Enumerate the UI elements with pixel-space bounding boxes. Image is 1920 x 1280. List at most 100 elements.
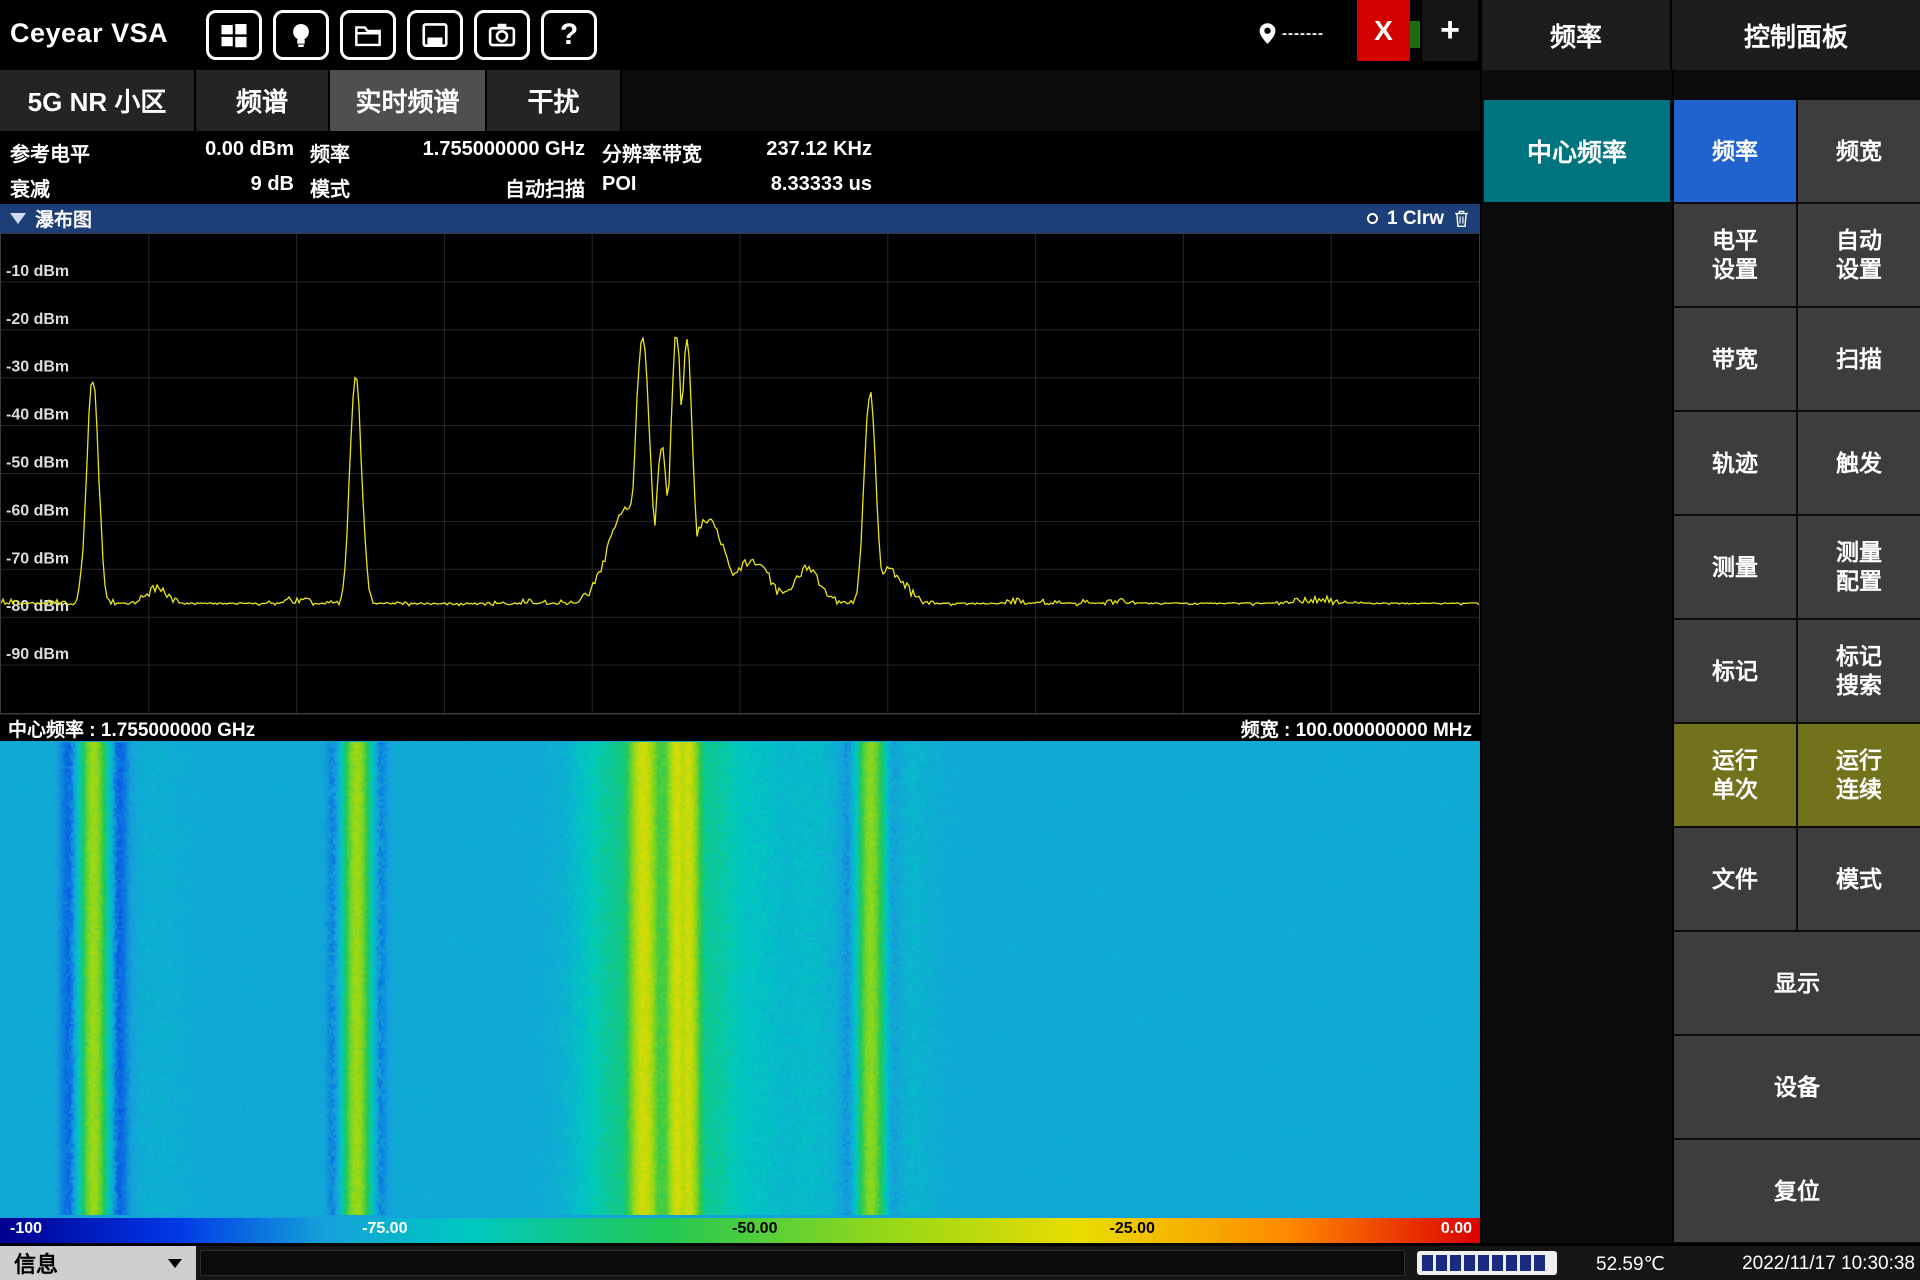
cp-device-button[interactable]: 设备 <box>1674 1036 1920 1138</box>
cp-span-button[interactable]: 频宽 <box>1798 100 1920 202</box>
frequency-info-bar: 中心频率 : 1.755000000 GHz 频宽 : 100.00000000… <box>0 714 1480 741</box>
spectrum-plot[interactable]: -10 dBm-20 dBm-30 dBm-40 dBm-50 dBm-60 d… <box>0 233 1480 714</box>
save-button[interactable] <box>407 10 463 60</box>
svg-text:-60 dBm: -60 dBm <box>6 502 69 519</box>
add-tab-button[interactable]: + <box>1420 0 1478 61</box>
control-panel-header: 控制面板 <box>1672 0 1920 70</box>
tab-interference[interactable]: 干扰 <box>487 70 622 131</box>
cp-marker-search-button[interactable]: 标记 搜索 <box>1798 620 1920 722</box>
settings-row-1: 参考电平 0.00 dBm 频率 1.755000000 GHz 分辨率带宽 2… <box>0 133 1480 166</box>
cp-sweep-button[interactable]: 扫描 <box>1798 308 1920 410</box>
svg-text:-30 dBm: -30 dBm <box>6 359 69 376</box>
poi-label: POI <box>602 173 636 196</box>
progress-block <box>1492 1255 1503 1271</box>
right-panel-headers: 频率 控制面板 <box>1482 0 1920 70</box>
colorbar-label-75: -75.00 <box>362 1220 407 1238</box>
location-pin-icon <box>1258 22 1277 45</box>
frequency-label: 频率 <box>310 138 350 167</box>
trace-controls: 1 Clrw <box>1367 208 1470 230</box>
progress-block <box>1464 1255 1475 1271</box>
progress-block <box>1422 1255 1433 1271</box>
ref-level-label: 参考电平 <box>10 138 90 167</box>
progress-block <box>1506 1255 1517 1271</box>
top-bar: Ceyear VSA <box>0 0 1480 70</box>
cp-bandwidth-button[interactable]: 带宽 <box>1674 308 1796 410</box>
dropdown-caret-icon <box>168 1259 182 1268</box>
freq-menu-header: 频率 <box>1482 0 1672 70</box>
svg-text:-40 dBm: -40 dBm <box>6 407 69 424</box>
measurement-tabs: 5G NR 小区 频谱 实时频谱 干扰 <box>0 70 1480 131</box>
span-readout: 频宽 : 100.000000000 MHz <box>1241 715 1472 742</box>
tab-spectrum[interactable]: 频谱 <box>196 70 330 131</box>
svg-text:-50 dBm: -50 dBm <box>6 455 69 472</box>
save-icon <box>420 20 450 50</box>
windows-icon <box>218 20 250 50</box>
colorbar-label-max: 0.00 <box>1441 1220 1472 1238</box>
file-open-button[interactable] <box>340 10 396 60</box>
trace-status-icon <box>1367 213 1378 224</box>
control-panel-grid: 频率 频宽 电平 设置 自动 设置 带宽 扫描 轨迹 触发 测量 测量 配置 标… <box>1674 100 1920 1242</box>
attenuation-value[interactable]: 9 dB <box>108 173 294 196</box>
tab-realtime-spectrum[interactable]: 实时频谱 <box>330 70 487 131</box>
rbw-value[interactable]: 237.12 KHz <box>688 138 872 161</box>
close-tab-button[interactable]: X <box>1357 0 1410 61</box>
freq-menu-column: 中心频率 <box>1482 70 1672 1243</box>
cp-reset-button[interactable]: 复位 <box>1674 1140 1920 1242</box>
amplitude-colorbar: -100 -75.00 -50.00 -25.00 0.00 <box>0 1218 1480 1243</box>
brightness-button[interactable] <box>273 10 329 60</box>
svg-text:-90 dBm: -90 dBm <box>6 646 69 663</box>
cp-level-settings-button[interactable]: 电平 设置 <box>1674 204 1796 306</box>
colorbar-label-25: -25.00 <box>1110 1220 1155 1238</box>
datetime-readout: 2022/11/17 10:30:38 <box>1742 1253 1915 1275</box>
progress-block <box>1450 1255 1461 1271</box>
colorbar-label-min: -100 <box>10 1220 42 1238</box>
measurement-settings: 参考电平 0.00 dBm 频率 1.755000000 GHz 分辨率带宽 2… <box>0 131 1480 202</box>
cp-run-single-button[interactable]: 运行 单次 <box>1674 724 1796 826</box>
trash-icon[interactable] <box>1453 209 1470 228</box>
poi-value[interactable]: 8.33333 us <box>688 173 872 196</box>
vsa-app: Ceyear VSA <box>0 0 1920 1280</box>
collapse-caret-icon[interactable] <box>10 213 26 224</box>
spectrum-trace-svg: -10 dBm-20 dBm-30 dBm-40 dBm-50 dBm-60 d… <box>1 234 1479 713</box>
tab-5gnr-cell[interactable]: 5G NR 小区 <box>0 70 196 131</box>
folder-icon <box>352 21 384 49</box>
frequency-value[interactable]: 1.755000000 GHz <box>398 138 585 161</box>
cp-measure-button[interactable]: 测量 <box>1674 516 1796 618</box>
toolbar: ? <box>206 10 597 60</box>
cp-trace-button[interactable]: 轨迹 <box>1674 412 1796 514</box>
waterfall-display[interactable] <box>0 741 1480 1218</box>
rbw-label: 分辨率带宽 <box>602 138 702 167</box>
center-frequency-button[interactable]: 中心频率 <box>1484 100 1670 202</box>
center-frequency-readout: 中心频率 : 1.755000000 GHz <box>8 715 255 742</box>
screenshot-button[interactable] <box>474 10 530 60</box>
camera-icon <box>486 20 518 50</box>
waterfall-panel-header: 瀑布图 1 Clrw <box>0 204 1480 233</box>
cp-frequency-button[interactable]: 频率 <box>1674 100 1796 202</box>
cp-display-button[interactable]: 显示 <box>1674 932 1920 1034</box>
settings-row-2: 衰减 9 dB 模式 自动扫描 POI 8.33333 us <box>0 168 1480 201</box>
temperature-readout: 52.59℃ <box>1596 1253 1665 1276</box>
cp-measure-config-button[interactable]: 测量 配置 <box>1798 516 1920 618</box>
progress-block <box>1520 1255 1531 1271</box>
gps-value: ------- <box>1282 25 1324 42</box>
progress-block <box>1534 1255 1545 1271</box>
svg-text:-20 dBm: -20 dBm <box>6 311 69 328</box>
layout-button[interactable] <box>206 10 262 60</box>
progress-block <box>1436 1255 1447 1271</box>
cp-marker-button[interactable]: 标记 <box>1674 620 1796 722</box>
waterfall-canvas <box>1 742 1479 1215</box>
ref-level-value[interactable]: 0.00 dBm <box>108 138 294 161</box>
cp-mode-button[interactable]: 模式 <box>1798 828 1920 930</box>
cp-auto-settings-button[interactable]: 自动 设置 <box>1798 204 1920 306</box>
progress-block <box>1478 1255 1489 1271</box>
mode-label: 模式 <box>310 173 350 202</box>
mode-value[interactable]: 自动扫描 <box>398 173 585 202</box>
svg-text:-70 dBm: -70 dBm <box>6 550 69 567</box>
cp-trigger-button[interactable]: 触发 <box>1798 412 1920 514</box>
cp-run-continuous-button[interactable]: 运行 连续 <box>1798 724 1920 826</box>
cp-file-button[interactable]: 文件 <box>1674 828 1796 930</box>
help-button[interactable]: ? <box>541 10 597 60</box>
info-dropdown[interactable]: 信息 <box>0 1246 196 1280</box>
app-title: Ceyear VSA <box>10 18 168 49</box>
colorbar-label-50: -50.00 <box>732 1220 777 1238</box>
